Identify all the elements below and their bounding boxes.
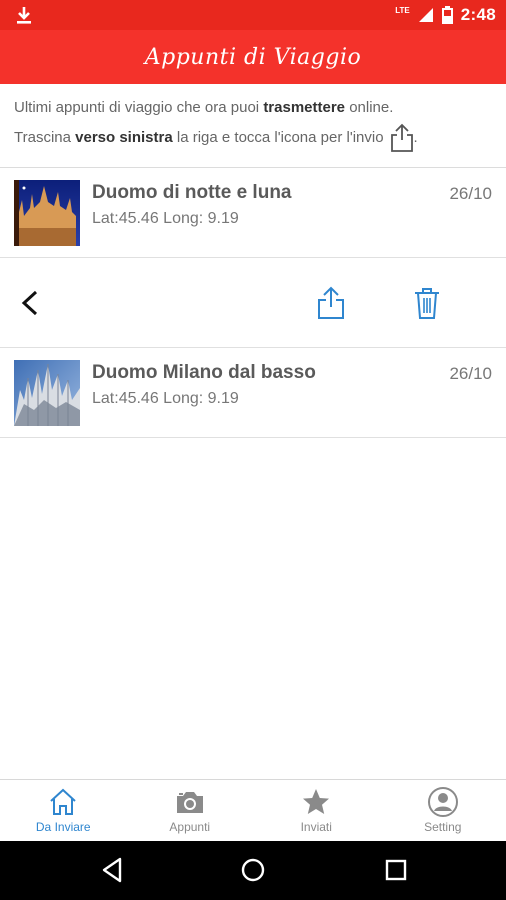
swipe-actions-row (0, 258, 506, 348)
list-item[interactable]: Duomo di notte e luna Lat:45.46 Long: 9.… (0, 168, 506, 258)
nav-recents-icon[interactable] (381, 855, 411, 885)
tab-setting[interactable]: Setting (380, 780, 506, 841)
tab-label: Da Inviare (35, 820, 91, 834)
home-icon (50, 788, 76, 815)
tab-label: Setting (424, 820, 462, 834)
duomo-day-image (14, 360, 80, 426)
nav-home-icon[interactable] (238, 855, 268, 885)
note-title: Duomo Milano dal basso (92, 362, 316, 383)
clock: 2:48 (460, 5, 496, 24)
duomo-night-image (14, 180, 80, 246)
bottom-navigation: Da Inviare Appunti Inviati Setting (0, 779, 506, 841)
status-bar: LTE 2:48 (0, 0, 506, 30)
app-bar: Appunti di Viaggio (0, 30, 506, 84)
back-chevron-icon[interactable] (14, 286, 48, 320)
note-coords: Lat:45.46 Long: 9.19 (92, 390, 239, 407)
system-nav-bar (0, 841, 506, 900)
intro-line-1: Ultimi appunti di viaggio che ora puoi t… (14, 99, 394, 116)
note-date: 26/10 (449, 184, 492, 203)
intro-line-2: Trascina verso sinistra la riga e tocca … (14, 122, 492, 154)
tab-inviati[interactable]: Inviati (253, 780, 380, 841)
list-item[interactable]: Duomo Milano dal basso Lat:45.46 Long: 9… (0, 348, 506, 438)
battery-icon (441, 6, 453, 24)
camera-icon (176, 792, 203, 813)
tab-label: Inviati (300, 820, 332, 834)
star-icon (303, 789, 330, 814)
share-icon (390, 123, 413, 152)
nav-back-icon[interactable] (98, 855, 128, 885)
signal-icon (418, 8, 433, 22)
note-thumbnail (14, 360, 80, 426)
note-coords: Lat:45.46 Long: 9.19 (92, 210, 239, 227)
network-type: LTE (395, 5, 410, 15)
tab-da-inviare[interactable]: Da Inviare (0, 780, 127, 841)
app-title: Appunti di Viaggio (144, 44, 362, 70)
tab-label: Appunti (169, 820, 211, 834)
share-button[interactable] (316, 286, 346, 320)
download-icon (17, 7, 31, 24)
intro-text: Ultimi appunti di viaggio che ora puoi t… (0, 84, 506, 168)
trash-button[interactable] (412, 286, 442, 320)
note-date: 26/10 (449, 364, 492, 383)
tab-appunti[interactable]: Appunti (127, 780, 254, 841)
note-thumbnail (14, 180, 80, 246)
user-icon (427, 787, 458, 817)
note-title: Duomo di notte e luna (92, 182, 292, 203)
